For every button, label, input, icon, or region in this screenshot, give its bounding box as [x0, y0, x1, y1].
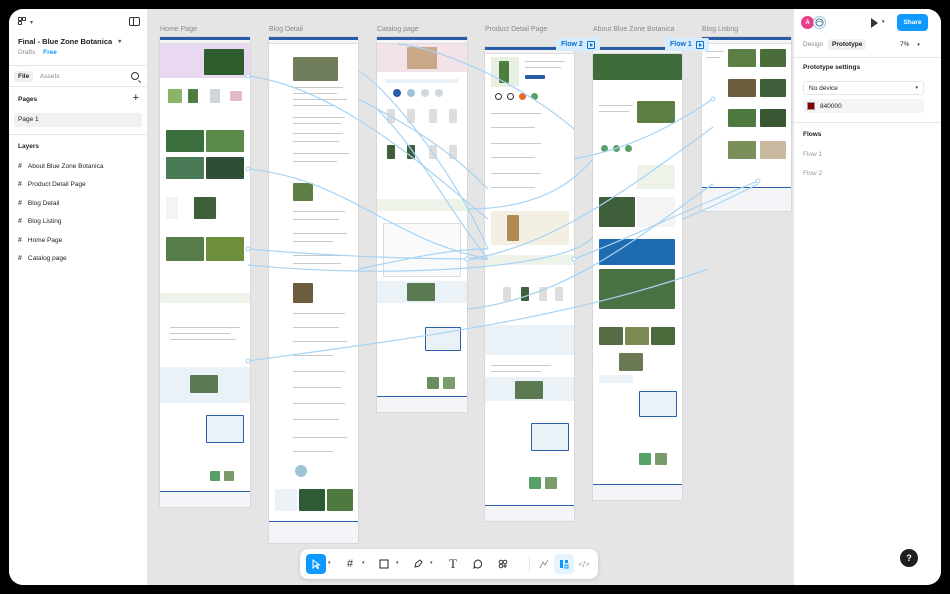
flow-tag-label: Flow 2: [561, 41, 583, 48]
right-panel: A ▾ Share Design Prototype 7% ▾ Prototyp…: [793, 9, 941, 585]
frame-label-about[interactable]: About Blue Zone Botanica: [593, 26, 674, 33]
device-value: No device: [809, 85, 838, 92]
layer-item[interactable]: # Product Detail Page: [18, 181, 86, 188]
frame-tool-icon[interactable]: #: [340, 554, 360, 574]
search-icon[interactable]: [131, 72, 139, 80]
share-button[interactable]: Share: [897, 14, 928, 31]
frame-icon: #: [18, 237, 22, 244]
dev-mode-icon[interactable]: </>: [574, 554, 594, 574]
flow-tag-label: Flow 1: [670, 41, 692, 48]
frame-label-catalog[interactable]: Catalog page: [377, 26, 419, 33]
rectangle-tool-icon[interactable]: [374, 554, 394, 574]
hex-value[interactable]: 840000: [820, 103, 842, 110]
layer-item[interactable]: # Home Page: [18, 237, 62, 244]
product-detail-frame[interactable]: [485, 47, 574, 521]
divider: [794, 122, 941, 123]
help-button[interactable]: ?: [900, 549, 918, 567]
tab-prototype[interactable]: Prototype: [828, 39, 867, 50]
blog-listing-frame[interactable]: [702, 37, 791, 211]
design-mode-icon[interactable]: [554, 554, 574, 574]
layer-label: Blog Detail: [27, 200, 60, 207]
chevron-down-icon[interactable]: ▾: [396, 560, 399, 566]
pages-heading: Pages: [18, 96, 38, 103]
file-name[interactable]: Final - Blue Zone Botanica: [18, 37, 112, 46]
layer-item[interactable]: # About Blue Zone Botanica: [18, 163, 103, 170]
color-swatch[interactable]: [807, 102, 815, 110]
tab-design[interactable]: Design: [799, 39, 827, 50]
present-play-icon[interactable]: [871, 18, 878, 28]
chevron-down-icon[interactable]: ▾: [362, 560, 365, 566]
catalog-page-frame[interactable]: [377, 37, 467, 412]
frame-icon: #: [18, 255, 22, 262]
play-flow-icon[interactable]: [695, 40, 704, 49]
comment-tool-icon[interactable]: [468, 554, 488, 574]
device-select[interactable]: No device ▾: [803, 81, 924, 95]
layer-label: Catalog page: [27, 255, 67, 262]
add-page-icon[interactable]: +: [133, 93, 139, 104]
layer-label: Product Detail Page: [27, 181, 86, 188]
play-flow-icon[interactable]: [586, 40, 595, 49]
page-item-1[interactable]: Page 1: [14, 113, 142, 127]
chevron-down-icon: ▾: [917, 42, 920, 48]
file-location: Drafts Free: [18, 49, 57, 56]
layer-label: Blog Listing: [27, 218, 62, 225]
chevron-down-icon[interactable]: ▾: [118, 38, 121, 45]
layer-item[interactable]: # Catalog page: [18, 255, 67, 262]
chevron-down-icon[interactable]: ▾: [328, 560, 331, 566]
move-tool-icon[interactable]: [306, 554, 326, 574]
figma-logo-icon[interactable]: [18, 17, 27, 28]
plan-badge[interactable]: Free: [43, 49, 57, 56]
frame-icon: #: [18, 181, 22, 188]
about-frame[interactable]: [593, 47, 682, 500]
text-tool-icon[interactable]: T: [443, 554, 463, 574]
background-color-field[interactable]: 840000: [803, 99, 924, 113]
layer-item[interactable]: # Blog Listing: [18, 218, 62, 225]
actions-tool-icon[interactable]: [493, 554, 513, 574]
zoom-value: 7%: [900, 41, 910, 48]
flow-item[interactable]: Flow 2: [803, 170, 822, 177]
flow-start-tag[interactable]: Flow 2: [556, 38, 600, 51]
chevron-down-icon: ▾: [915, 85, 918, 91]
main-menu[interactable]: ▾: [18, 17, 33, 28]
panel-tabs: File Assets: [9, 65, 148, 87]
layer-item[interactable]: # Blog Detail: [18, 200, 59, 207]
frame-label-blog-detail[interactable]: Blog Detail: [269, 26, 303, 33]
flow-start-tag[interactable]: Flow 1: [665, 38, 709, 51]
divider: [529, 556, 530, 572]
blog-detail-frame[interactable]: [269, 37, 358, 543]
drafts-label[interactable]: Drafts: [18, 49, 35, 56]
home-page-frame[interactable]: [160, 37, 250, 507]
chevron-down-icon[interactable]: ▾: [30, 19, 33, 26]
frame-label-product-detail[interactable]: Product Detail Page: [485, 26, 547, 33]
layer-label: About Blue Zone Botanica: [27, 163, 104, 170]
layer-label: Home Page: [27, 237, 63, 244]
left-panel: ▾ Final - Blue Zone Botanica ▾ Drafts Fr…: [9, 9, 148, 585]
frame-icon: #: [18, 200, 22, 207]
prototype-settings-heading: Prototype settings: [803, 64, 861, 71]
tab-assets[interactable]: Assets: [36, 71, 64, 82]
flows-heading: Flows: [803, 131, 822, 138]
chevron-down-icon[interactable]: ▾: [430, 560, 433, 566]
flow-item[interactable]: Flow 1: [803, 151, 822, 158]
divider: [9, 134, 148, 135]
layers-heading: Layers: [18, 143, 39, 150]
pen-tool-icon[interactable]: [408, 554, 428, 574]
figma-window: ▾ Final - Blue Zone Botanica ▾ Drafts Fr…: [9, 9, 941, 585]
avatar-logo-icon[interactable]: [813, 16, 826, 29]
draw-mode-icon[interactable]: [534, 554, 554, 574]
sidebar-toggle-icon[interactable]: [129, 17, 140, 26]
frame-label-home[interactable]: Home Page: [160, 26, 197, 33]
canvas[interactable]: Home Page Blog Detail Catalog page Produ…: [148, 9, 793, 585]
bottom-toolbar: ▾ # ▾ ▾ ▾ T </>: [300, 549, 598, 579]
divider: [794, 57, 941, 58]
file-title[interactable]: Final - Blue Zone Botanica ▾: [18, 37, 121, 46]
frame-label-blog-listing[interactable]: Blog Listing: [702, 26, 738, 33]
chevron-down-icon[interactable]: ▾: [882, 19, 885, 25]
frame-icon: #: [18, 218, 22, 225]
frame-icon: #: [18, 163, 22, 170]
tab-file[interactable]: File: [14, 71, 34, 82]
zoom-level[interactable]: 7% ▾: [900, 41, 920, 48]
